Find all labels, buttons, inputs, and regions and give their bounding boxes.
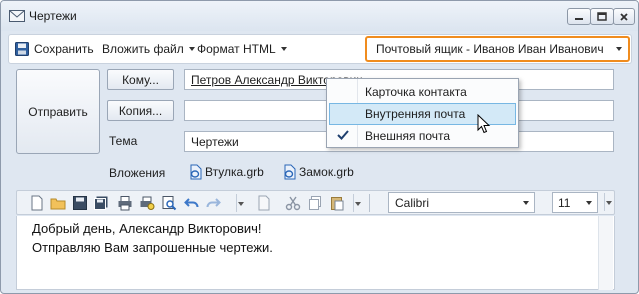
send-button[interactable]: Отправить xyxy=(16,69,100,154)
toolbar-overflow-button[interactable] xyxy=(236,194,244,212)
menu-item-contact-card[interactable]: Карточка контакта xyxy=(328,81,517,103)
open-folder-icon[interactable] xyxy=(50,195,66,211)
menu-item-label: Карточка контакта xyxy=(365,85,467,99)
redo-icon[interactable] xyxy=(205,195,221,211)
cc-button-label: Копия... xyxy=(118,103,163,118)
toolbar-separator xyxy=(369,194,370,212)
zoom-icon[interactable] xyxy=(161,195,177,211)
format-html-label: Формат HTML xyxy=(197,42,276,56)
compose-window: Чертежи Сохранить Вложить файл Формат HT… xyxy=(0,0,639,294)
vertical-scrollbar[interactable] xyxy=(598,216,613,290)
save-button[interactable]: Сохранить xyxy=(15,35,94,63)
chevron-down-icon xyxy=(188,47,195,51)
save-icon xyxy=(15,42,29,56)
attachment-file-icon xyxy=(284,164,296,180)
body-line: Отправляю Вам запрошенные чертежи. xyxy=(32,240,273,255)
send-label: Отправить xyxy=(28,104,88,119)
attachment-item[interactable]: Втулка.grb xyxy=(188,164,264,180)
font-family-select[interactable]: Calibri xyxy=(388,192,535,213)
minimize-icon xyxy=(575,17,583,20)
maximize-button[interactable] xyxy=(590,8,614,25)
title-bar: Чертежи xyxy=(1,1,638,31)
checkmark-icon xyxy=(337,130,349,140)
page-icon[interactable] xyxy=(256,195,272,211)
message-body-editor[interactable]: Добрый день, Александр Викторович! Отпра… xyxy=(16,216,615,290)
chevron-down-icon xyxy=(523,201,529,205)
chevron-down-icon xyxy=(586,201,592,205)
menu-item-label: Внешняя почта xyxy=(365,129,451,143)
subject-label: Тема xyxy=(109,134,138,148)
attachment-file-icon xyxy=(190,164,202,180)
to-button[interactable]: Кому... xyxy=(107,69,174,90)
chevron-down-icon xyxy=(616,47,622,51)
new-document-icon[interactable] xyxy=(29,195,45,211)
mailbox-label: Почтовый ящик - Иванов Иван Иванович xyxy=(376,42,604,56)
attachment-name: Замок.grb xyxy=(299,165,354,179)
subject-value: Чертежи xyxy=(191,134,239,149)
attach-file-label: Вложить файл xyxy=(102,42,184,56)
format-overflow-button[interactable] xyxy=(604,193,612,211)
body-line: Добрый день, Александр Викторович! xyxy=(32,221,262,236)
save-icon[interactable] xyxy=(72,195,88,211)
to-button-label: Кому... xyxy=(122,72,159,87)
save-all-icon[interactable] xyxy=(93,195,109,211)
envelope-icon xyxy=(9,10,25,22)
close-icon xyxy=(620,12,628,21)
minimize-button[interactable] xyxy=(567,8,591,25)
paste-icon[interactable] xyxy=(329,195,345,211)
undo-icon[interactable] xyxy=(184,195,200,211)
print-preview-icon[interactable] xyxy=(139,195,155,211)
mailbox-select[interactable]: Почтовый ящик - Иванов Иван Иванович xyxy=(365,36,630,62)
save-label: Сохранить xyxy=(34,42,94,56)
maximize-icon xyxy=(597,12,607,21)
format-html-menu[interactable]: Формат HTML xyxy=(197,35,287,63)
mailbox-dropdown-menu: Карточка контакта Внутренняя почта Внешн… xyxy=(326,78,519,148)
copy-icon[interactable] xyxy=(307,195,323,211)
attachment-name: Втулка.grb xyxy=(205,165,264,179)
chevron-down-icon xyxy=(280,47,287,51)
print-icon[interactable] xyxy=(117,195,133,211)
cut-icon[interactable] xyxy=(285,195,301,211)
menu-item-label: Внутренняя почта xyxy=(365,107,466,121)
close-button[interactable] xyxy=(613,8,635,25)
mouse-pointer-icon xyxy=(477,114,491,134)
window-title: Чертежи xyxy=(29,9,77,23)
attach-file-menu[interactable]: Вложить файл xyxy=(102,35,195,63)
clipboard-overflow-button[interactable] xyxy=(353,194,361,212)
attachments-label: Вложения xyxy=(109,166,166,180)
cc-button[interactable]: Копия... xyxy=(107,100,174,121)
font-size-value: 11 xyxy=(558,195,571,210)
attachment-item[interactable]: Замок.grb xyxy=(282,164,354,180)
font-family-value: Calibri xyxy=(395,195,430,210)
font-size-select[interactable]: 11 xyxy=(552,192,598,213)
